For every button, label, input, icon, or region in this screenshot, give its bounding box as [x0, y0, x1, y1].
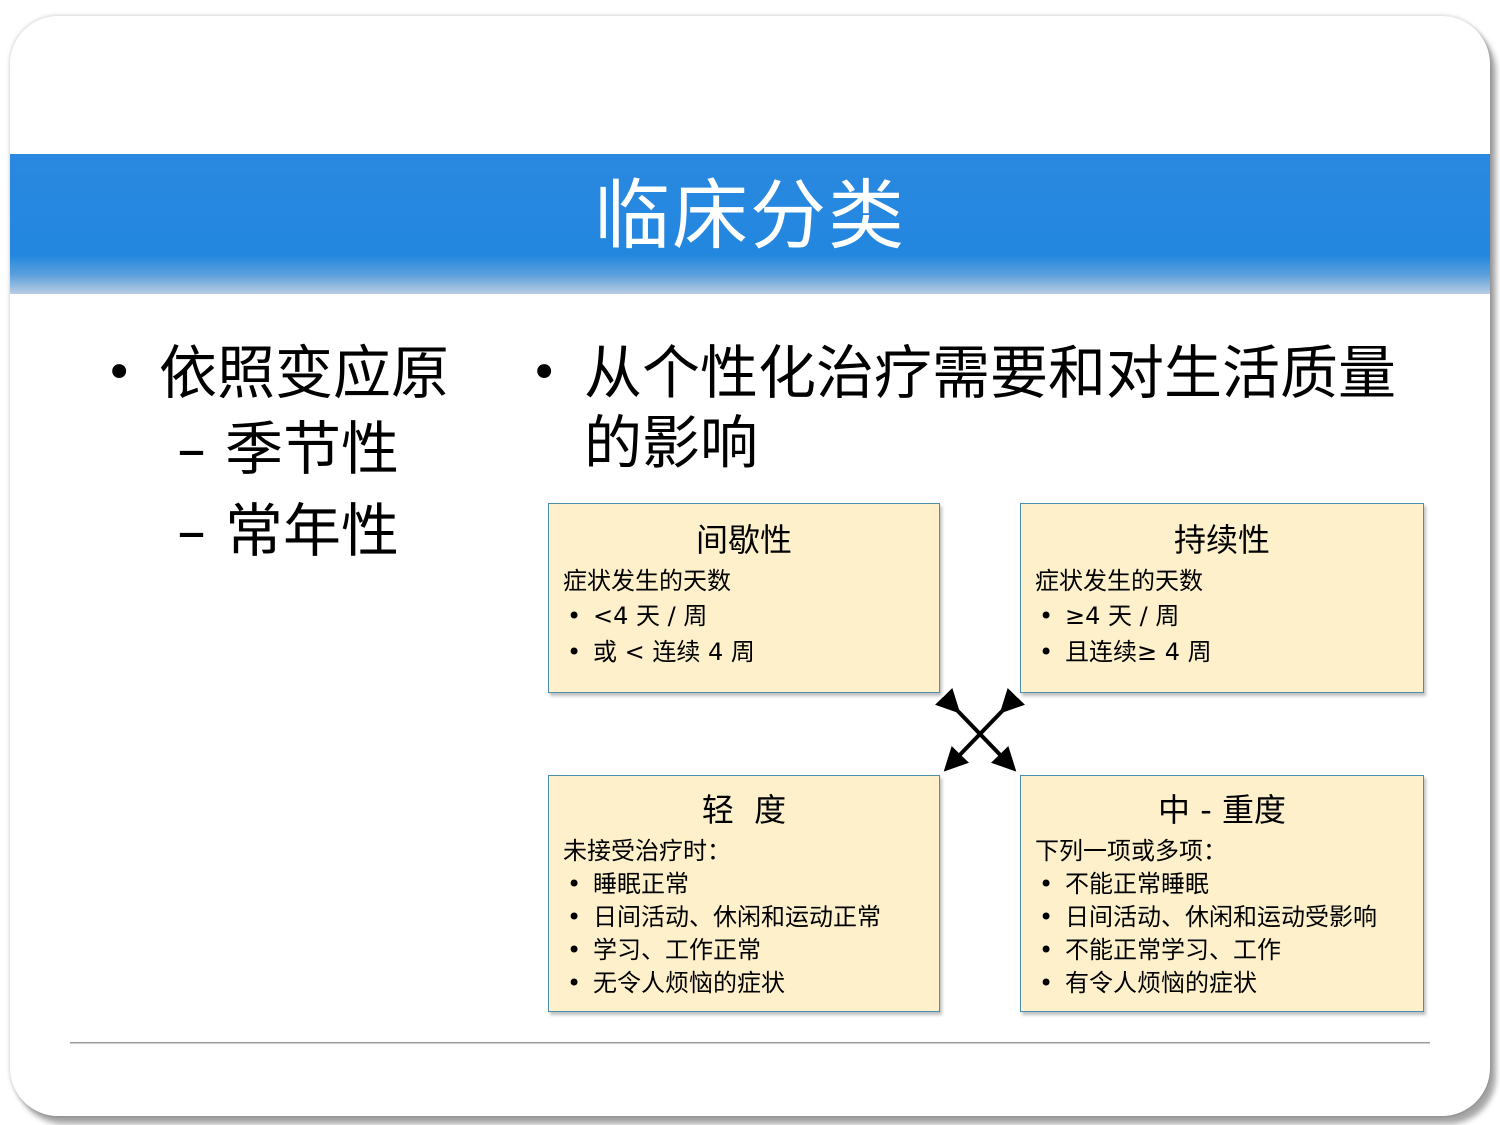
sub-bullet-text: 常年性: [225, 497, 400, 565]
bullet-dot: •: [530, 345, 559, 401]
list-item-text: 且连续≥ 4 周: [1065, 638, 1212, 666]
footer-divider: [70, 1042, 1430, 1043]
sub-bullet-perennial: – 常年性: [105, 490, 449, 572]
list-item: • 日间活动、休闲和运动正常: [563, 901, 925, 934]
list-item: • 学习、工作正常: [563, 934, 925, 967]
list-item: • 无令人烦恼的症状: [563, 967, 925, 1000]
list-item-text: 不能正常学习、工作: [1065, 936, 1281, 964]
list-item-text: 日间活动、休闲和运动受影响: [1065, 903, 1377, 931]
box-title: 间歇性: [695, 521, 792, 559]
right-bullet: • 从个性化治疗需要和对生活质量 的影响: [530, 338, 1410, 478]
box-list: • ≥4 天 / 周 • 且连续≥ 4 周: [1035, 598, 1409, 670]
right-bullet-line-2: 的影响: [584, 409, 759, 477]
right-bullet-line-1: 从个性化治疗需要和对生活质量: [584, 339, 1397, 407]
bullet-dot: •: [567, 969, 582, 997]
sub-bullet-text: 季节性: [225, 415, 400, 483]
list-item: • <4 天 / 周: [563, 598, 925, 634]
bullet-dot: •: [1039, 602, 1054, 630]
list-item: • 或 < 连续 4 周: [563, 634, 925, 670]
box-subtitle: 症状发生的天数: [563, 567, 731, 595]
list-item: • 且连续≥ 4 周: [1035, 634, 1409, 670]
list-item: • ≥4 天 / 周: [1035, 598, 1409, 634]
left-bullet-text: 依照变应原: [159, 339, 450, 407]
box-persistent: 持续性 症状发生的天数 • ≥4 天 / 周 • 且连续≥ 4 周: [1020, 503, 1424, 693]
box-subtitle: 症状发生的天数: [1035, 567, 1203, 595]
list-item-text: 或 < 连续 4 周: [593, 638, 755, 666]
list-item: • 不能正常睡眠: [1035, 868, 1409, 901]
bullet-dot: •: [105, 345, 134, 401]
list-item: • 有令人烦恼的症状: [1035, 967, 1409, 1000]
list-item: • 日间活动、休闲和运动受影响: [1035, 901, 1409, 934]
box-title: 持续性: [1173, 521, 1270, 559]
bullet-dot: •: [1039, 638, 1054, 666]
list-item-text: 日间活动、休闲和运动正常: [593, 903, 881, 931]
bullet-dot: •: [1039, 969, 1054, 997]
box-intermittent: 间歇性 症状发生的天数 • <4 天 / 周 • 或 < 连续 4 周: [548, 503, 940, 693]
box-list: • <4 天 / 周 • 或 < 连续 4 周: [563, 598, 925, 670]
box-subtitle: 未接受治疗时：: [563, 837, 731, 865]
bullet-dot: •: [567, 903, 582, 931]
list-item-text: 无令人烦恼的症状: [593, 969, 785, 997]
box-mild: 轻 度 未接受治疗时： • 睡眠正常 • 日间活动、休闲和运动正常 • 学习、工作正常…: [548, 775, 940, 1012]
box-title: 中 - 重度: [1158, 791, 1286, 829]
list-item: • 睡眠正常: [563, 868, 925, 901]
bullet-dot: •: [567, 638, 582, 666]
box-moderate-severe: 中 - 重度 下列一项或多项： • 不能正常睡眠 • 日间活动、休闲和运动受影响 •…: [1020, 775, 1424, 1012]
bullet-dot: •: [1039, 936, 1054, 964]
bullet-dot: •: [567, 870, 582, 898]
bullet-dot: •: [567, 602, 582, 630]
list-item-text: 学习、工作正常: [593, 936, 761, 964]
box-list: • 不能正常睡眠 • 日间活动、休闲和运动受影响 • 不能正常学习、工作 • 有令人烦恼…: [1035, 868, 1409, 1000]
sub-bullet-seasonal: – 季节性: [105, 408, 449, 490]
list-item-text: ≥4 天 / 周: [1065, 602, 1180, 630]
sub-bullet-dash: –: [177, 497, 206, 565]
slide-frame: 临床分类 • 依照变应原 – 季节性 – 常年性 • 从个性化治疗需要和对生活质…: [10, 16, 1490, 1116]
list-item-text: <4 天 / 周: [593, 602, 708, 630]
bullet-dot: •: [1039, 903, 1054, 931]
left-bullet-block: • 依照变应原 – 季节性 – 常年性: [105, 338, 449, 572]
list-item-text: 睡眠正常: [593, 870, 689, 898]
bullet-dot: •: [567, 936, 582, 964]
title-band: 临床分类: [10, 154, 1490, 294]
list-item: • 不能正常学习、工作: [1035, 934, 1409, 967]
box-subtitle: 下列一项或多项：: [1035, 837, 1227, 865]
right-bullet-block: • 从个性化治疗需要和对生活质量 的影响: [530, 338, 1410, 478]
box-list: • 睡眠正常 • 日间活动、休闲和运动正常 • 学习、工作正常 • 无令人烦恼的症状: [563, 868, 925, 1000]
list-item-text: 不能正常睡眠: [1065, 870, 1209, 898]
sub-bullet-dash: –: [177, 415, 206, 483]
box-title: 轻 度: [701, 791, 787, 829]
list-item-text: 有令人烦恼的症状: [1065, 969, 1257, 997]
bullet-dot: •: [1039, 870, 1054, 898]
cross-arrows-icon: [935, 688, 1025, 772]
slide-title: 临床分类: [594, 171, 906, 260]
left-bullet: • 依照变应原: [105, 338, 449, 408]
